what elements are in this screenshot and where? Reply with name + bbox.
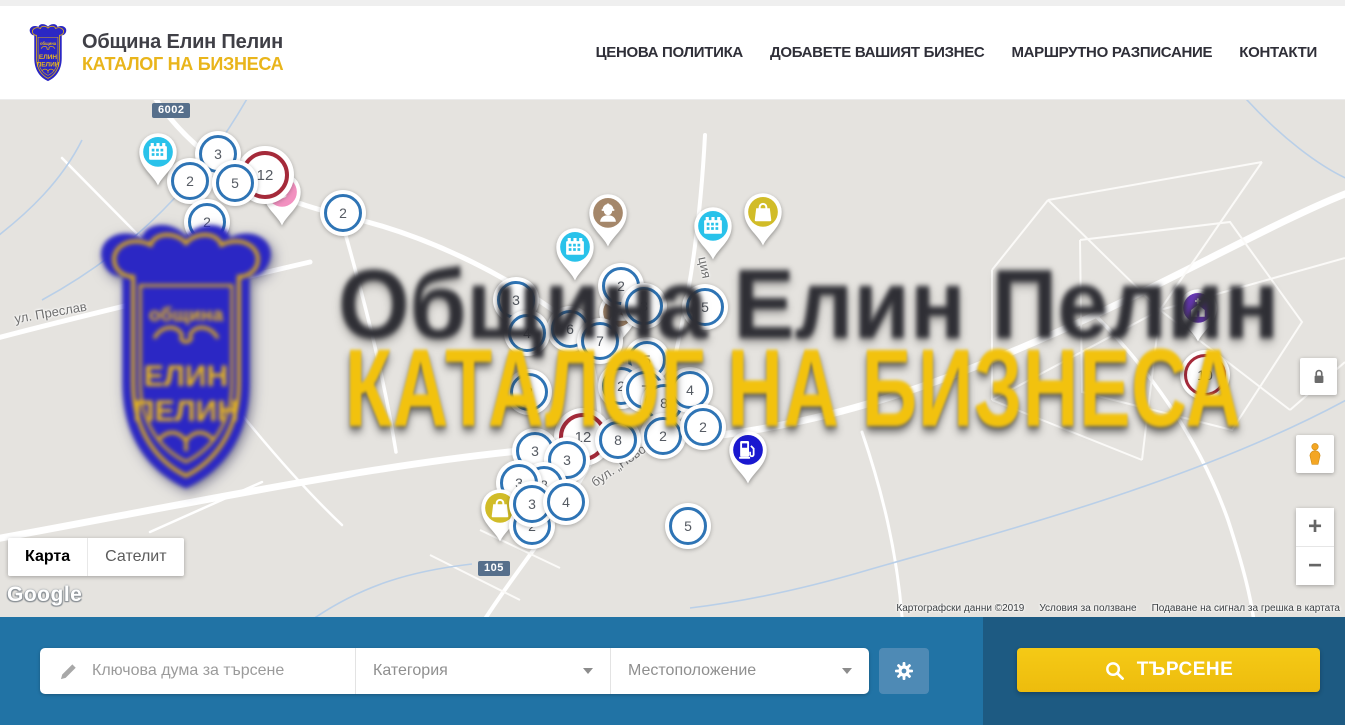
nav-item-contacts[interactable]: КОНТАКТИ <box>1239 44 1317 61</box>
site-subtitle: КАТАЛОГ НА БИЗНЕСА <box>82 54 283 75</box>
factory-icon <box>136 131 180 186</box>
search-settings-button[interactable] <box>879 648 929 694</box>
cluster-marker[interactable]: 5 <box>682 284 728 330</box>
header: Община Елин Пелин КАТАЛОГ НА БИЗНЕСА ЦЕН… <box>0 6 1345 100</box>
google-logo[interactable]: Google <box>7 583 82 607</box>
map-type-map-button[interactable]: Карта <box>8 538 87 576</box>
chevron-down-icon <box>583 668 593 674</box>
cluster-marker[interactable]: 3 <box>621 283 667 329</box>
attribution-copyright: Картографски данни ©2019 <box>896 603 1024 614</box>
cluster-count: 2 <box>203 214 211 230</box>
cluster-count: 2 <box>699 419 707 435</box>
lock-button[interactable] <box>1300 358 1337 395</box>
cluster-count: 3 <box>531 443 539 459</box>
search-bar: Категория Местоположение <box>0 617 1345 725</box>
cluster-marker[interactable]: 2 <box>680 404 726 450</box>
cluster-count: 8 <box>614 432 622 448</box>
cluster-count: 5 <box>684 518 692 534</box>
search-icon <box>1104 660 1125 681</box>
page: община ЕЛИН ПЕЛИН Община Елин Пелин КАТА… <box>0 0 1345 725</box>
nav-item-pricing[interactable]: ЦЕНОВА ПОЛИТИКА <box>596 44 743 61</box>
chevron-down-icon <box>842 668 852 674</box>
bag-pin[interactable] <box>741 191 785 246</box>
map-attribution: Картографски данни ©2019 Условия за полз… <box>896 603 1340 614</box>
search-submit-button[interactable]: ТЪРСЕНЕ <box>1017 648 1320 692</box>
attribution-report-error-link[interactable]: Подаване на сигнал за грешка в картата <box>1152 603 1340 614</box>
cluster-count: 12 <box>257 167 274 184</box>
cluster-marker[interactable]: 4 <box>543 479 589 525</box>
pencil-icon <box>58 662 77 681</box>
cluster-marker[interactable]: 10 <box>1180 350 1230 400</box>
cluster-marker[interactable]: 2 <box>640 413 686 459</box>
fuel-icon <box>726 429 770 484</box>
worker-pin[interactable] <box>586 192 630 247</box>
cluster-marker[interactable]: 5 <box>665 503 711 549</box>
main-nav: ЦЕНОВА ПОЛИТИКА ДОБАВЕТЕ ВАШИЯТ БИЗНЕС М… <box>596 44 1317 61</box>
cluster-count: 2 <box>659 428 667 444</box>
map-type-satellite-button[interactable]: Сателит <box>87 538 183 576</box>
cluster-count: 4 <box>523 325 531 341</box>
worker-icon <box>586 192 630 247</box>
cluster-count: 6 <box>566 321 574 337</box>
cluster-count: 3 <box>214 146 222 162</box>
nav-item-add-business[interactable]: ДОБАВЕТЕ ВАШИЯТ БИЗНЕС <box>770 44 984 61</box>
municipality-crest-icon <box>25 22 71 83</box>
cluster-count: 5 <box>231 175 239 191</box>
search-button-label: ТЪРСЕНЕ <box>1137 659 1234 681</box>
cluster-count: 8 <box>660 395 668 411</box>
cluster-count: 3 <box>640 298 648 314</box>
cluster-count: 2 <box>617 278 625 294</box>
cluster-marker[interactable]: 8 <box>595 417 641 463</box>
attribution-terms-link[interactable]: Условия за ползване <box>1039 603 1136 614</box>
street-view-pegman-button[interactable] <box>1296 435 1334 473</box>
zoom-out-button[interactable]: − <box>1296 547 1334 585</box>
gear-icon <box>892 659 916 683</box>
church-pin[interactable] <box>1176 287 1220 342</box>
cluster-count: 2 <box>339 205 347 221</box>
nav-item-route-schedule[interactable]: МАРШРУТНО РАЗПИСАНИЕ <box>1011 44 1212 61</box>
cluster-count: 3 <box>512 292 520 308</box>
cluster-marker[interactable]: 7 <box>577 318 623 364</box>
cluster-count: 7 <box>596 333 604 349</box>
bag-icon <box>741 191 785 246</box>
zoom-control: + − <box>1296 508 1334 585</box>
site-logo[interactable]: Община Елин Пелин КАТАЛОГ НА БИЗНЕСА <box>25 22 283 83</box>
location-select[interactable]: Местоположение <box>610 648 869 694</box>
cluster-count: 5 <box>643 352 651 368</box>
cluster-marker[interactable]: 2 <box>184 199 230 245</box>
keyword-search-input[interactable] <box>90 661 345 681</box>
cluster-count: 4 <box>686 382 694 398</box>
factory-pin[interactable] <box>136 131 180 186</box>
search-fields-group: Категория Местоположение <box>40 648 869 694</box>
keyword-field-wrap <box>40 648 355 694</box>
zoom-in-button[interactable]: + <box>1296 508 1334 547</box>
cluster-count: 3 <box>563 452 571 468</box>
cluster-marker[interactable]: 5 <box>212 160 258 206</box>
pegman-icon <box>1302 441 1328 467</box>
cluster-marker[interactable]: 2 <box>506 369 552 415</box>
factory-icon <box>691 205 735 260</box>
cluster-count: 3 <box>528 496 536 512</box>
category-select[interactable]: Категория <box>355 648 610 694</box>
cluster-count: 4 <box>562 494 570 510</box>
fuel-pin[interactable] <box>726 429 770 484</box>
cluster-count: 2 <box>186 173 194 189</box>
map-type-control: Карта Сателит <box>8 538 184 576</box>
cluster-count: 5 <box>701 299 709 315</box>
cluster-count: 2 <box>525 384 533 400</box>
lock-icon <box>1308 366 1330 388</box>
cluster-marker[interactable]: 2 <box>320 190 366 236</box>
location-select-label: Местоположение <box>628 662 756 680</box>
markers-layer: 12325223235647521227842283383234510 <box>0 100 1345 617</box>
cluster-marker[interactable]: 4 <box>504 310 550 356</box>
church-icon <box>1176 287 1220 342</box>
google-map[interactable]: 6002105ул. Преславбул. „Новоселция 12325… <box>0 100 1345 617</box>
site-title: Община Елин Пелин <box>82 31 283 54</box>
cluster-count: 10 <box>1197 367 1213 383</box>
factory-pin[interactable] <box>691 205 735 260</box>
category-select-label: Категория <box>373 662 448 680</box>
